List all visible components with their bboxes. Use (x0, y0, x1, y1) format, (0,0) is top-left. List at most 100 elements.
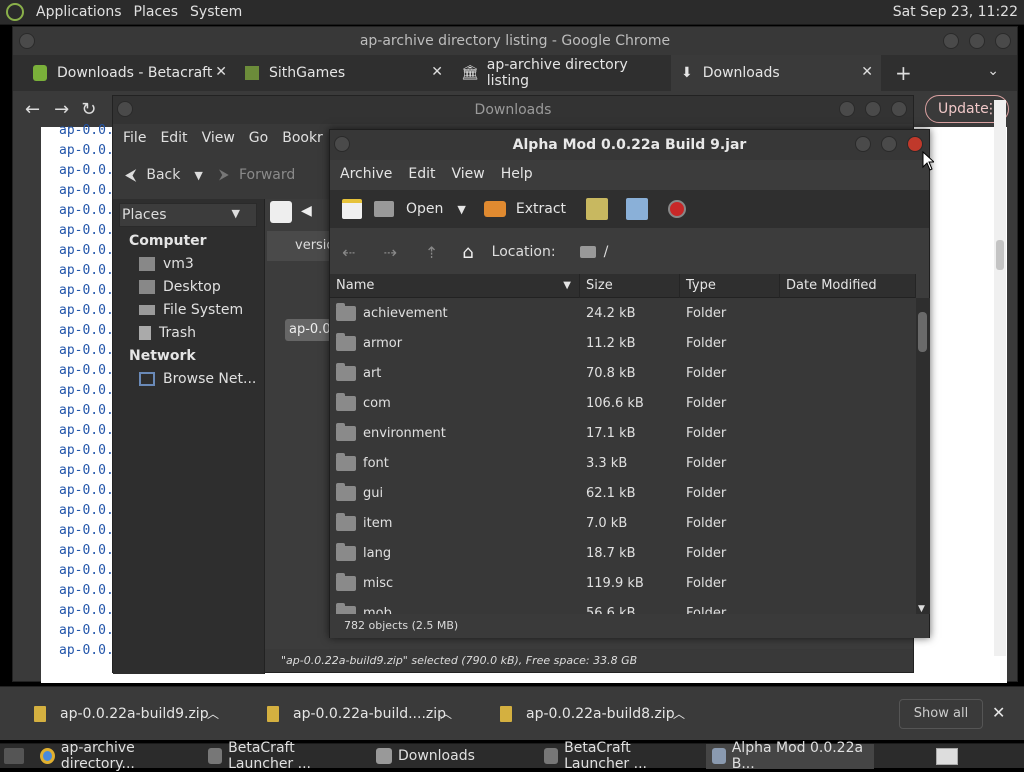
table-row[interactable]: art 70.8 kB Folder (330, 358, 916, 388)
back-dropdown-icon[interactable]: ▼ (194, 169, 202, 182)
table-row[interactable]: armor 11.2 kB Folder (330, 328, 916, 358)
listing-link[interactable]: ap-0.0. (59, 523, 114, 538)
menu-bookmarks[interactable]: Bookr (282, 130, 323, 146)
column-date[interactable]: Date Modified (780, 274, 916, 298)
open-icon[interactable] (374, 201, 394, 217)
chrome-menu-button[interactable] (19, 33, 35, 49)
add-folder-icon[interactable] (626, 198, 649, 220)
tab-downloads[interactable]: ⬇ Downloads ✕ (671, 55, 881, 91)
chevron-up-icon[interactable]: ︿ (440, 705, 452, 722)
listing-link[interactable]: ap-0.0. (59, 623, 114, 638)
places-header[interactable]: Places ▼ ✕ (119, 203, 276, 227)
menu-view[interactable]: View (452, 166, 485, 182)
table-row[interactable]: environment 17.1 kB Folder (330, 418, 916, 448)
minimize-button[interactable] (839, 101, 855, 117)
tab-sithgames[interactable]: SithGames ✕ (235, 55, 451, 91)
close-tab-icon[interactable]: ✕ (861, 64, 873, 80)
tab-ap-archive[interactable]: 🏛 ap-archive directory listing (451, 55, 671, 91)
close-button[interactable] (907, 136, 923, 152)
column-size[interactable]: Size (580, 274, 680, 298)
show-desktop-icon[interactable] (4, 748, 24, 764)
chrome-close-button[interactable] (995, 33, 1011, 49)
maximize-button[interactable] (881, 136, 897, 152)
menu-edit[interactable]: Edit (408, 166, 435, 182)
back-button[interactable]: Back (146, 167, 180, 183)
places-menu[interactable]: Places (134, 4, 179, 20)
scroll-down-icon[interactable]: ▼ (918, 604, 925, 614)
chevron-up-icon[interactable]: ︿ (673, 705, 685, 722)
table-row[interactable]: com 106.6 kB Folder (330, 388, 916, 418)
listing-link[interactable]: ap-0.0. (59, 123, 114, 138)
extract-button[interactable]: Extract (516, 201, 566, 217)
archive-manager-titlebar[interactable]: Alpha Mod 0.0.22a Build 9.jar (330, 130, 929, 160)
clock[interactable]: Sat Sep 23, 11:22 (893, 4, 1018, 20)
reload-icon[interactable]: ↻ (81, 99, 96, 120)
back-icon[interactable]: ⮜ (125, 165, 136, 185)
system-logo-icon[interactable] (6, 3, 24, 21)
minimize-button[interactable] (855, 136, 871, 152)
menu-file[interactable]: File (123, 130, 146, 146)
listing-link[interactable]: ap-0.0. (59, 223, 114, 238)
listing-link[interactable]: ap-0.0. (59, 303, 114, 318)
download-item[interactable]: ap-0.0.22a-build....zip ︿ (233, 687, 466, 741)
new-archive-icon[interactable] (342, 199, 362, 219)
listing-link[interactable]: ap-0.0. (59, 543, 114, 558)
table-row[interactable]: font 3.3 kB Folder (330, 448, 916, 478)
column-header[interactable]: versio (267, 231, 337, 261)
menu-go[interactable]: Go (249, 130, 268, 146)
table-row[interactable]: gui 62.1 kB Folder (330, 478, 916, 508)
sidebar-item-browse-network[interactable]: Browse Net... (139, 371, 256, 387)
close-tab-icon[interactable]: ✕ (215, 64, 227, 80)
table-row[interactable]: achievement 24.2 kB Folder (330, 298, 916, 328)
tab-betacraft[interactable]: Downloads - Betacraft ✕ (13, 55, 235, 91)
system-menu[interactable]: System (190, 4, 242, 20)
chrome-minimize-button[interactable] (943, 33, 959, 49)
home-icon[interactable]: ⌂ (462, 242, 473, 263)
applications-menu[interactable]: Applications (36, 4, 122, 20)
listing-link[interactable]: ap-0.0. (59, 583, 114, 598)
show-all-button[interactable]: Show all (899, 699, 983, 729)
file-list-scrollbar[interactable]: ▼ (916, 298, 930, 614)
close-downloads-icon[interactable]: ✕ (992, 703, 1005, 722)
menu-view[interactable]: View (202, 130, 235, 146)
dropdown-icon[interactable]: ▼ (232, 207, 240, 220)
menu-archive[interactable]: Archive (340, 166, 392, 182)
menu-help[interactable]: Help (501, 166, 533, 182)
close-tab-icon[interactable]: ✕ (431, 64, 443, 80)
listing-link[interactable]: ap-0.0. (59, 463, 114, 478)
taskbar-item-betacraft[interactable]: BetaCraft Launcher ... (202, 740, 370, 772)
listing-link[interactable]: ap-0.0. (59, 423, 114, 438)
column-type[interactable]: Type (680, 274, 780, 298)
taskbar-item-downloads[interactable]: Downloads (370, 744, 538, 769)
new-tab-icon[interactable]: + (895, 61, 912, 85)
window-menu-button[interactable] (334, 136, 350, 152)
left-chevron-icon[interactable]: ◀ (301, 203, 312, 219)
listing-link[interactable]: ap-0.0. (59, 503, 114, 518)
sidebar-item-vm3[interactable]: vm3 (139, 256, 194, 272)
listing-link[interactable]: ap-0.0. (59, 163, 114, 178)
location-value[interactable]: / (604, 244, 609, 260)
listing-link[interactable]: ap-0.0. (59, 263, 114, 278)
forward-arrow-icon[interactable]: → (54, 99, 69, 120)
sidebar-item-desktop[interactable]: Desktop (139, 279, 221, 295)
chrome-titlebar[interactable]: ap-archive directory listing - Google Ch… (13, 27, 1017, 55)
close-button[interactable] (891, 101, 907, 117)
listing-link[interactable]: ap-0.0. (59, 603, 114, 618)
menu-button[interactable] (117, 101, 133, 117)
workspace-switcher-icon[interactable] (936, 748, 958, 765)
taskbar-item-chrome[interactable]: ap-archive directory... (34, 740, 202, 772)
menu-edit[interactable]: Edit (160, 130, 187, 146)
column-name[interactable]: Name ▼ (330, 274, 580, 298)
listing-link[interactable]: ap-0.0. (59, 383, 114, 398)
listing-link[interactable]: ap-0.0. (59, 243, 114, 258)
listing-link[interactable]: ap-0.0. (59, 483, 114, 498)
listing-link[interactable]: ap-0.0. (59, 143, 114, 158)
edit-icon[interactable] (270, 201, 292, 223)
sidebar-item-filesystem[interactable]: File System (139, 302, 243, 318)
table-row[interactable]: misc 119.9 kB Folder (330, 568, 916, 598)
open-dropdown-icon[interactable]: ▼ (457, 203, 465, 216)
listing-link[interactable]: ap-0.0. (59, 643, 114, 658)
table-row[interactable]: item 7.0 kB Folder (330, 508, 916, 538)
listing-link[interactable]: ap-0.0. (59, 323, 114, 338)
sidebar-item-trash[interactable]: Trash (139, 325, 196, 341)
